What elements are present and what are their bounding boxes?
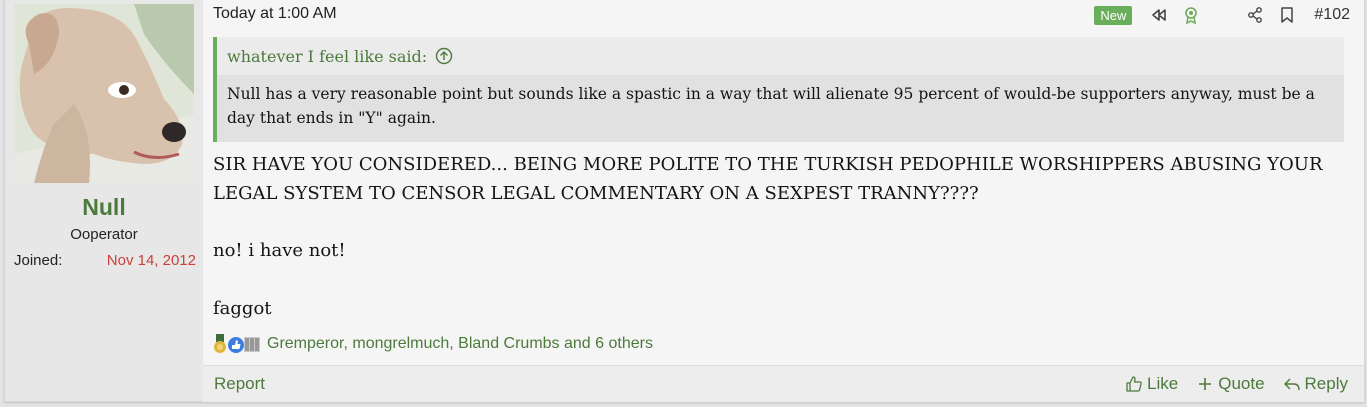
post-timestamp[interactable]: Today at 1:00 AM	[213, 5, 337, 23]
reactions-bar[interactable]: Gremperor, mongrelmuch, Bland Crumbs and…	[211, 332, 653, 356]
reactions-users[interactable]: Gremperor, mongrelmuch, Bland Crumbs and…	[267, 335, 653, 353]
joined-label: Joined:	[14, 252, 63, 269]
joined-row: Joined: Nov 14, 2012	[14, 252, 196, 269]
quote-attribution[interactable]: whatever I feel like said:	[217, 37, 1344, 75]
joined-date: Nov 14, 2012	[106, 252, 196, 269]
quote-author-line[interactable]: whatever I feel like said:	[227, 47, 427, 66]
quote-text: Null has a very reasonable point but sou…	[217, 75, 1344, 142]
post-meta-actions: New #102	[1094, 4, 1350, 26]
post-container: Null Ooperator Joined: Nov 14, 2012 Toda…	[4, 0, 1365, 402]
barcode-icon	[243, 334, 261, 354]
post-paragraph: faggot	[213, 298, 272, 319]
reply-icon	[1283, 378, 1300, 391]
share-icon[interactable]	[1246, 6, 1264, 24]
quote-block: whatever I feel like said: Null has a ve…	[213, 37, 1344, 142]
user-info-panel: Null Ooperator Joined: Nov 14, 2012	[5, 0, 203, 401]
post-body: SIR HAVE YOU CONSIDERED... BEING MORE PO…	[213, 150, 1343, 323]
award-icon[interactable]	[1182, 6, 1200, 24]
post-footer: Report Like Quote Reply	[203, 365, 1364, 402]
report-button[interactable]: Report	[214, 374, 265, 394]
username[interactable]: Null	[5, 194, 203, 221]
post-actions: Like Quote Reply	[1107, 374, 1348, 394]
reaction-icons	[211, 334, 261, 354]
plus-icon	[1199, 378, 1212, 390]
quote-label: Quote	[1218, 374, 1265, 393]
reply-label: Reply	[1304, 374, 1348, 393]
arrow-up-circle-icon[interactable]	[435, 47, 453, 65]
post-main: Today at 1:00 AM New #102 whatever I fee…	[203, 0, 1364, 402]
bookmark-icon[interactable]	[1278, 6, 1296, 24]
thumbs-up-outline-icon	[1126, 376, 1142, 392]
new-badge: New	[1094, 5, 1133, 25]
post-paragraph: SIR HAVE YOU CONSIDERED... BEING MORE PO…	[213, 154, 1323, 204]
post-paragraph: no! i have not!	[213, 240, 346, 261]
like-button[interactable]: Like	[1125, 374, 1178, 394]
post-number[interactable]: #102	[1314, 6, 1350, 24]
reply-button[interactable]: Reply	[1283, 374, 1348, 394]
quote-button[interactable]: Quote	[1196, 374, 1265, 394]
avatar[interactable]	[14, 4, 194, 183]
user-title: Ooperator	[70, 226, 138, 243]
rewind-icon[interactable]	[1150, 6, 1168, 24]
like-label: Like	[1147, 374, 1179, 393]
